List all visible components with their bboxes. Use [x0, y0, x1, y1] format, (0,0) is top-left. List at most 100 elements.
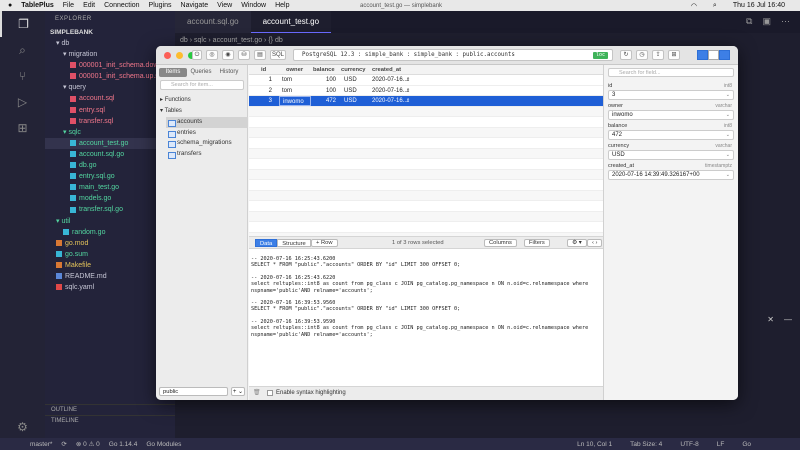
syntax-highlight-checkbox[interactable] — [267, 390, 273, 396]
chevron-down-icon[interactable]: ⌄ — [726, 151, 730, 160]
search-icon[interactable]: ⌕ — [713, 2, 717, 10]
table-row[interactable] — [249, 169, 603, 180]
table-row[interactable] — [249, 190, 603, 201]
field-value-input[interactable]: inwomo ⌄ — [608, 110, 734, 120]
tab-items[interactable]: Items — [159, 68, 187, 77]
trash-icon[interactable]: 🗑 — [253, 387, 261, 400]
column-header-created-at[interactable]: created_at — [372, 65, 412, 75]
table-item-accounts[interactable]: accounts — [166, 117, 248, 128]
project-name[interactable]: SIMPLEBANK — [45, 27, 175, 38]
cell-currency[interactable]: USD — [341, 96, 369, 106]
tab-account-test-go[interactable]: account_test.go — [250, 11, 332, 33]
table-item-entries[interactable]: entries — [166, 128, 248, 139]
tab-size[interactable]: Tab Size: 4 — [630, 441, 662, 448]
cell-id[interactable]: 2 — [249, 86, 275, 96]
apple-icon[interactable]: ● — [8, 2, 12, 9]
database-icon[interactable]: ⛁ — [238, 50, 250, 60]
cell-balance[interactable]: 472 — [313, 96, 339, 106]
chevron-down-icon[interactable]: ⌄ — [726, 131, 730, 140]
cell-balance[interactable]: 100 — [313, 86, 339, 96]
line-ending[interactable]: LF — [717, 441, 725, 448]
menu-window[interactable]: Window — [241, 2, 266, 9]
cursor-position[interactable]: Ln 10, Col 1 — [577, 441, 612, 448]
table-row[interactable] — [249, 222, 603, 233]
menu-edit[interactable]: Edit — [83, 2, 95, 9]
clock[interactable]: Thu 16 Jul 16:40 — [733, 2, 785, 9]
chevron-down-icon[interactable]: ⌄ — [726, 111, 730, 120]
encoding[interactable]: UTF-8 — [680, 441, 698, 448]
cell-id[interactable]: 3 — [249, 96, 275, 106]
share-icon[interactable]: ⇪ — [652, 50, 664, 60]
structure-view-button[interactable]: Structure — [277, 239, 311, 247]
cell-id[interactable]: 1 — [249, 75, 275, 85]
sync-icon[interactable]: ⟳ — [61, 440, 66, 448]
chevron-down-icon[interactable]: ⌄ — [726, 91, 730, 100]
grid-icon[interactable]: ⊞ — [668, 50, 680, 60]
column-header-id[interactable]: id — [261, 65, 275, 75]
right-panel-toggle-icon[interactable] — [719, 50, 730, 60]
cell-owner[interactable]: tom — [279, 75, 311, 85]
tab-account-sql-go[interactable]: account.sql.go — [175, 11, 251, 33]
table-row[interactable]: 2 tom 100 USD 2020-07-16... ⇕ — [249, 86, 603, 96]
table-row[interactable] — [249, 148, 603, 159]
extensions-icon[interactable]: ⊞ — [0, 115, 45, 141]
table-row[interactable] — [249, 211, 603, 222]
field-value-input[interactable]: USD ⌄ — [608, 150, 734, 160]
minimize-panel-icon[interactable]: — — [784, 315, 792, 324]
minimize-window-button[interactable] — [176, 52, 183, 59]
table-row[interactable]: 1 tom 100 USD 2020-07-16... ⇕ — [249, 75, 603, 86]
stepper-icon[interactable]: ⇕ — [406, 86, 412, 96]
connection-address-bar[interactable]: PostgreSQL 12.3 : simple_bank : simple_b… — [293, 49, 613, 61]
tab-queries[interactable]: Queries — [187, 68, 215, 77]
refresh-icon[interactable]: ↻ — [620, 50, 632, 60]
go-version[interactable]: Go 1.14.4 — [109, 441, 138, 448]
outline-section[interactable]: OUTLINE — [45, 404, 175, 415]
tables-section[interactable]: ▾ Tables — [160, 107, 182, 114]
search-icon[interactable]: ⌕ — [0, 37, 45, 63]
menu-navigate[interactable]: Navigate — [181, 2, 209, 9]
column-header-currency[interactable]: currency — [341, 65, 369, 75]
stepper-icon[interactable]: ⇕ — [406, 75, 412, 85]
cell-created-at[interactable]: 2020-07-16... — [369, 86, 411, 96]
breadcrumb[interactable]: db › sqlc › account_test.go › {} db — [180, 37, 283, 44]
table-row[interactable] — [249, 159, 603, 170]
tab-history[interactable]: History — [215, 68, 243, 77]
field-search-input[interactable]: Search for field... — [608, 68, 734, 77]
settings-gear-icon[interactable]: ⚙ — [0, 414, 45, 440]
menu-connection[interactable]: Connection — [104, 2, 139, 9]
reload-icon[interactable]: ◎ — [206, 50, 218, 60]
menu-plugins[interactable]: Plugins — [149, 2, 172, 9]
field-value-input[interactable]: 472 ⌄ — [608, 130, 734, 140]
split-editor-icon[interactable]: ⧉ — [746, 16, 752, 27]
cell-balance[interactable]: 100 — [313, 75, 339, 85]
menu-help[interactable]: Help — [275, 2, 289, 9]
history-icon[interactable]: ◷ — [636, 50, 648, 60]
table-row[interactable] — [249, 106, 603, 117]
filters-button[interactable]: Filters — [524, 239, 550, 247]
lock-icon[interactable]: ▤ — [254, 50, 266, 60]
cell-created-at[interactable]: 2020-07-16... — [369, 96, 411, 106]
field-value-input[interactable]: 3 ⌄ — [608, 90, 734, 100]
close-panel-icon[interactable]: ✕ — [767, 315, 774, 324]
layout-icon[interactable]: ▣ — [762, 16, 771, 27]
table-row[interactable] — [249, 180, 603, 191]
column-header-balance[interactable]: balance — [313, 65, 341, 75]
cell-currency[interactable]: USD — [341, 86, 369, 96]
settings-gear-icon[interactable]: ⚙ ▾ — [567, 239, 587, 247]
left-panel-toggle-icon[interactable] — [697, 50, 708, 60]
column-header-owner[interactable]: owner — [286, 65, 310, 75]
bottom-panel-toggle-icon[interactable] — [708, 50, 719, 60]
connection-icon[interactable]: ⏻ — [192, 50, 202, 60]
table-row[interactable] — [249, 127, 603, 138]
eye-icon[interactable]: ◉ — [222, 50, 234, 60]
close-window-button[interactable] — [164, 52, 171, 59]
schema-select[interactable]: public — [159, 387, 228, 396]
functions-section[interactable]: ▸ Functions — [160, 96, 191, 103]
problems-count[interactable]: ⊗ 0 ⚠ 0 — [76, 440, 100, 448]
timeline-section[interactable]: TIMELINE — [45, 415, 175, 426]
run-debug-icon[interactable]: ▷ — [0, 89, 45, 115]
table-row[interactable] — [249, 201, 603, 212]
query-log-console[interactable]: -- 2020-07-16 16:25:43.6200 SELECT * FRO… — [249, 249, 603, 386]
cell-created-at[interactable]: 2020-07-16... — [369, 75, 411, 85]
chevron-down-icon[interactable]: ⌄ — [726, 171, 730, 180]
